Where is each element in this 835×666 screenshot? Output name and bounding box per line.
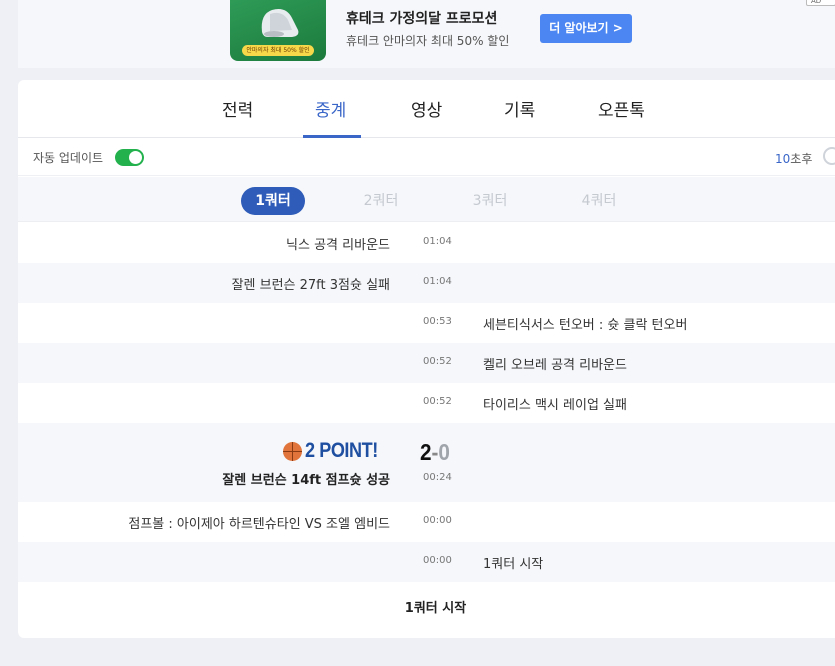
tab-live[interactable]: 중계 bbox=[315, 96, 346, 121]
play-time: 00:00 bbox=[423, 555, 452, 566]
toggle-knob bbox=[129, 151, 142, 164]
play-row: 잘렌 브런슨 27ft 3점슛 실패 01:04 bbox=[18, 263, 835, 303]
play-time: 01:04 bbox=[423, 276, 452, 287]
ad-learn-more-button[interactable]: 더 알아보기 > bbox=[540, 14, 632, 43]
play-row: 닉스 공격 리바운드 01:04 bbox=[18, 223, 835, 263]
two-point-label: 2 POINT! bbox=[305, 439, 379, 462]
play-time: 00:00 bbox=[423, 515, 452, 526]
auto-update-label: 자동 업데이트 bbox=[33, 151, 104, 165]
two-point-badge: 2 POINT! bbox=[283, 439, 390, 465]
refresh-countdown: 10초후 bbox=[775, 150, 812, 167]
quarter-tab-4[interactable]: 4쿼터 bbox=[569, 187, 629, 215]
away-play-text: 1쿼터 시작 bbox=[483, 557, 544, 572]
scoring-play-text: 잘렌 브런슨 14ft 점프슛 성공 bbox=[222, 473, 390, 488]
quarter-tab-3[interactable]: 3쿼터 bbox=[460, 187, 520, 215]
quarter-start-divider: 1쿼터 시작 bbox=[18, 582, 835, 630]
quarter-start-label: 1쿼터 시작 bbox=[404, 601, 467, 616]
tab-open-talk[interactable]: 오픈톡 bbox=[598, 96, 645, 121]
play-time: 00:24 bbox=[423, 472, 452, 483]
ad-subtitle: 휴테크 안마의자 최대 50% 할인 bbox=[346, 34, 510, 48]
play-time: 01:04 bbox=[423, 236, 452, 247]
home-score: 2 bbox=[420, 439, 432, 465]
countdown-number: 10 bbox=[775, 152, 791, 166]
quarter-tab-1[interactable]: 1쿼터 bbox=[241, 187, 305, 215]
play-row: 점프볼 : 아이제아 하르텐슈타인 VS 조엘 엠비드 00:00 bbox=[18, 502, 835, 542]
away-play-text: 세븐티식서스 턴오버 : 슛 클락 턴오버 bbox=[483, 318, 688, 333]
scoring-play-row: 2 POINT! 2-0 잘렌 브런슨 14ft 점프슛 성공 00:24 bbox=[18, 423, 835, 502]
ad-banner[interactable]: 안마의자 최대 50% 할인 휴테크 가정의달 프로모션 휴테크 안마의자 최대… bbox=[18, 0, 835, 68]
game-card: 전력 중계 영상 기록 오픈톡 자동 업데이트 10초후 1쿼터 2쿼터 3쿼터… bbox=[18, 80, 835, 638]
auto-update-toggle[interactable] bbox=[115, 149, 144, 166]
basketball-icon bbox=[283, 441, 303, 461]
home-play-text: 잘렌 브런슨 27ft 3점슛 실패 bbox=[231, 278, 390, 293]
play-time: 00:52 bbox=[423, 356, 452, 367]
ad-badge: AD bbox=[806, 0, 835, 6]
ad-title[interactable]: 휴테크 가정의달 프로모션 bbox=[346, 8, 497, 28]
home-play-text: 닉스 공격 리바운드 bbox=[286, 238, 390, 253]
away-score: 0 bbox=[438, 439, 450, 465]
play-row: 00:52 타이리스 맥시 레이업 실패 bbox=[18, 383, 835, 423]
tab-video[interactable]: 영상 bbox=[411, 96, 442, 121]
tab-records[interactable]: 기록 bbox=[504, 96, 535, 121]
tab-lineup[interactable]: 전력 bbox=[222, 96, 253, 121]
away-play-text: 켈리 오브레 공격 리바운드 bbox=[483, 358, 627, 373]
play-time: 00:53 bbox=[423, 316, 452, 327]
auto-update-bar: 자동 업데이트 10초후 bbox=[18, 138, 835, 176]
ad-discount-pill: 안마의자 최대 50% 할인 bbox=[242, 45, 314, 56]
quarter-selector: 1쿼터 2쿼터 3쿼터 4쿼터 bbox=[18, 177, 835, 222]
play-row: 00:52 켈리 오브레 공격 리바운드 bbox=[18, 343, 835, 383]
home-play-text: 점프볼 : 아이제아 하르텐슈타인 VS 조엘 엠비드 bbox=[128, 517, 390, 532]
play-row: 00:00 1쿼터 시작 bbox=[18, 542, 835, 582]
play-time: 00:52 bbox=[423, 396, 452, 407]
massage-chair-icon bbox=[261, 9, 299, 37]
scoreline: 2-0 bbox=[420, 439, 450, 466]
play-by-play-feed: 닉스 공격 리바운드 01:04 잘렌 브런슨 27ft 3점슛 실패 01:0… bbox=[18, 223, 835, 630]
play-row: 00:53 세븐티식서스 턴오버 : 슛 클락 턴오버 bbox=[18, 303, 835, 343]
game-tabs: 전력 중계 영상 기록 오픈톡 bbox=[18, 80, 835, 138]
quarter-tab-2[interactable]: 2쿼터 bbox=[351, 187, 411, 215]
ad-image[interactable]: 안마의자 최대 50% 할인 bbox=[230, 0, 326, 61]
away-play-text: 타이리스 맥시 레이업 실패 bbox=[483, 398, 627, 413]
countdown-unit: 초후 bbox=[790, 152, 813, 166]
refresh-timer-icon[interactable] bbox=[823, 147, 835, 165]
